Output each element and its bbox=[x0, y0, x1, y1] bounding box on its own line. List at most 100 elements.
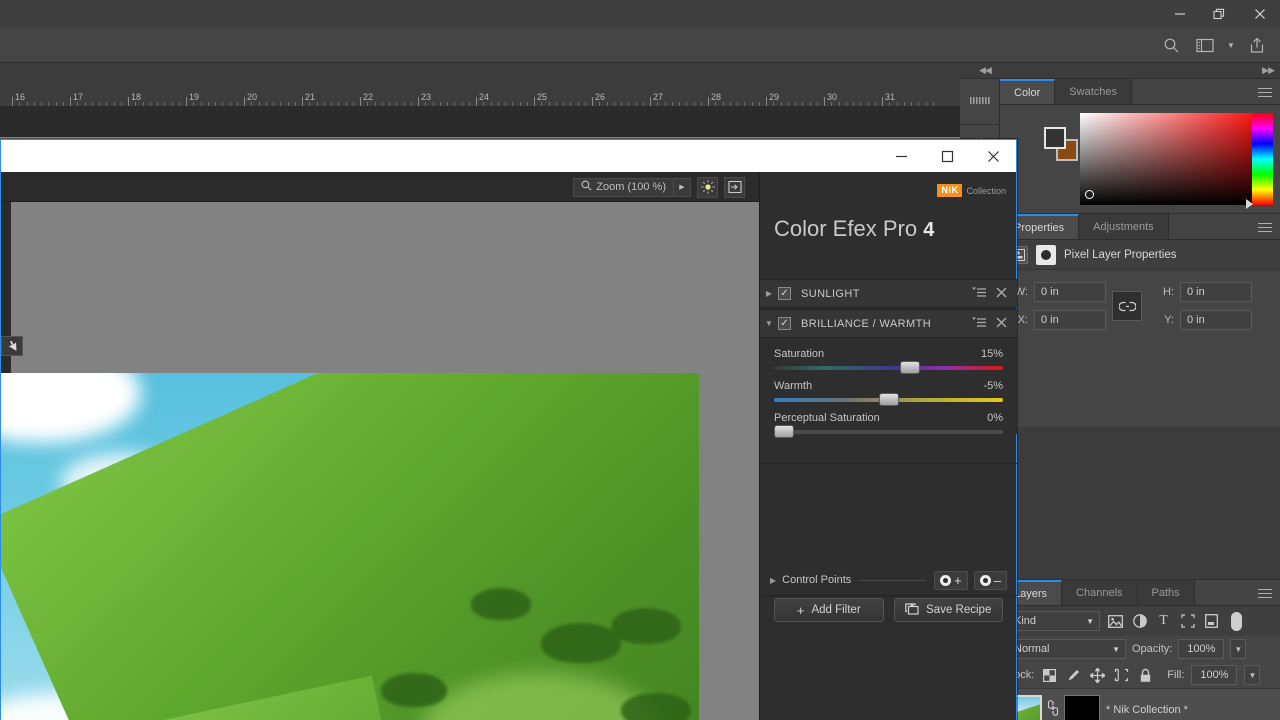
tab-paths[interactable]: Paths bbox=[1138, 580, 1195, 605]
filter-enable-checkbox[interactable]: ✓ bbox=[778, 287, 791, 300]
compare-icon[interactable] bbox=[724, 177, 745, 198]
chevron-down-icon[interactable]: ▼ bbox=[760, 319, 778, 328]
add-filter-button[interactable]: + Add Filter bbox=[774, 598, 884, 622]
loupe-icon[interactable] bbox=[697, 177, 718, 198]
opacity-input[interactable]: 100% bbox=[1178, 639, 1224, 659]
properties-fields: W: 0 in H: 0 in X: 0 in Y: 0 in bbox=[1000, 270, 1280, 342]
ruler-tick bbox=[708, 97, 709, 106]
foreground-color-swatch[interactable] bbox=[1044, 127, 1066, 149]
fill-input[interactable]: 100% bbox=[1191, 665, 1237, 685]
lock-all-icon[interactable] bbox=[1137, 668, 1154, 683]
color-efex-pro-window: Zoom (100 %) ▶ bbox=[0, 139, 1017, 720]
add-control-point-button[interactable]: + bbox=[934, 571, 968, 590]
x-input[interactable]: 0 in bbox=[1034, 310, 1106, 330]
history-panel-icon[interactable] bbox=[960, 79, 999, 125]
ruler-tick bbox=[650, 97, 651, 106]
opacity-stepper[interactable]: ▼ bbox=[1230, 639, 1246, 659]
divider bbox=[859, 580, 926, 581]
horizontal-ruler[interactable]: 16171819202122232425262728293031 bbox=[0, 90, 960, 107]
chevron-down-icon[interactable]: ▼ bbox=[1224, 41, 1238, 50]
adjustment-filter-icon[interactable] bbox=[1131, 614, 1148, 628]
filter-row-brilliance-warmth[interactable]: ▼ ✓ BRILLIANCE / WARMTH bbox=[760, 309, 1017, 338]
zoom-label-group[interactable]: Zoom (100 %) bbox=[574, 179, 673, 196]
width-input[interactable]: 0 in bbox=[1034, 282, 1106, 302]
slider-knob[interactable] bbox=[879, 393, 899, 406]
filter-menu-icon[interactable] bbox=[972, 287, 987, 301]
filter-close-icon[interactable] bbox=[996, 317, 1007, 331]
ruler-tick-minor bbox=[425, 102, 426, 106]
properties-panel-tabs: Properties Adjustments bbox=[1000, 214, 1280, 240]
ruler-tick-minor bbox=[505, 102, 506, 106]
nik-maximize-button[interactable] bbox=[924, 140, 970, 172]
document-image[interactable] bbox=[1, 373, 699, 720]
ruler-tick-minor bbox=[759, 102, 760, 106]
ruler-tick-minor bbox=[172, 102, 173, 106]
filter-enable-checkbox[interactable]: ✓ bbox=[778, 317, 791, 330]
y-input[interactable]: 0 in bbox=[1180, 310, 1252, 330]
slider-knob[interactable] bbox=[900, 361, 920, 374]
nik-close-button[interactable] bbox=[970, 140, 1016, 172]
slider-warmth[interactable]: Warmth -5% bbox=[760, 380, 1017, 402]
collapse-right-icon[interactable]: ▶▶ bbox=[1262, 65, 1274, 76]
fill-stepper[interactable]: ▼ bbox=[1244, 665, 1260, 685]
table-row[interactable]: * Nik Collection * bbox=[1000, 688, 1280, 720]
ruler-tick-minor bbox=[309, 102, 310, 106]
slider-track[interactable] bbox=[774, 430, 1003, 434]
opacity-label: Opacity: bbox=[1132, 643, 1172, 655]
lock-position-icon[interactable] bbox=[1089, 668, 1106, 683]
save-recipe-button[interactable]: Save Recipe bbox=[894, 598, 1004, 622]
filter-actions bbox=[972, 317, 1017, 331]
smart-object-filter-icon[interactable] bbox=[1203, 614, 1220, 628]
slider-knob[interactable] bbox=[774, 425, 794, 438]
app-close-button[interactable] bbox=[1240, 0, 1280, 28]
color-panel-menu-icon[interactable] bbox=[1258, 85, 1272, 100]
blend-mode-select[interactable]: Normal ▼ bbox=[1008, 639, 1126, 659]
layer-mask-thumbnail[interactable] bbox=[1064, 695, 1100, 720]
tab-color[interactable]: Color bbox=[1000, 79, 1055, 104]
ruler-tick-minor bbox=[817, 102, 818, 106]
layers-panel-menu-icon[interactable] bbox=[1258, 586, 1272, 601]
ruler-tick bbox=[418, 97, 419, 106]
ruler-tick-minor bbox=[918, 102, 919, 106]
hue-slider[interactable] bbox=[1252, 113, 1273, 205]
color-picker-field[interactable] bbox=[1080, 113, 1268, 205]
slider-saturation[interactable]: Saturation 15% bbox=[760, 348, 1017, 370]
image-filter-icon[interactable] bbox=[1107, 615, 1124, 628]
lock-artboard-icon[interactable] bbox=[1113, 668, 1130, 682]
properties-panel-menu-icon[interactable] bbox=[1258, 220, 1272, 235]
shape-filter-icon[interactable] bbox=[1179, 614, 1196, 628]
lock-image-pixels-icon[interactable] bbox=[1065, 668, 1082, 682]
app-minimize-button[interactable] bbox=[1160, 0, 1200, 28]
tab-channels[interactable]: Channels bbox=[1062, 580, 1137, 605]
chevron-right-icon[interactable]: ▶ bbox=[770, 576, 776, 585]
slider-track[interactable] bbox=[774, 398, 1003, 402]
slider-perceptual-saturation[interactable]: Perceptual Saturation 0% bbox=[760, 412, 1017, 434]
collapse-left-icon[interactable]: ◀◀ bbox=[979, 65, 991, 76]
divider bbox=[760, 463, 1017, 464]
workspace-icon[interactable] bbox=[1190, 32, 1220, 58]
tab-swatches[interactable]: Swatches bbox=[1055, 79, 1132, 104]
tab-adjustments[interactable]: Adjustments bbox=[1079, 214, 1169, 239]
filter-close-icon[interactable] bbox=[996, 287, 1007, 301]
search-icon[interactable] bbox=[1156, 32, 1186, 58]
remove-control-point-button[interactable]: – bbox=[974, 571, 1007, 590]
chevron-right-icon[interactable]: ▶ bbox=[760, 289, 778, 298]
layers-panel-tabs: Layers Channels Paths bbox=[1000, 580, 1280, 606]
link-icon[interactable] bbox=[1112, 291, 1142, 321]
filter-row-sunlight[interactable]: ▶ ✓ SUNLIGHT bbox=[760, 279, 1017, 308]
app-restore-button[interactable] bbox=[1200, 0, 1240, 28]
type-filter-icon[interactable]: T bbox=[1155, 613, 1172, 629]
zoom-control[interactable]: Zoom (100 %) ▶ bbox=[573, 178, 691, 197]
lock-transparent-pixels-icon[interactable] bbox=[1041, 669, 1058, 682]
ruler-tick-minor bbox=[295, 102, 296, 106]
filter-menu-icon[interactable] bbox=[972, 317, 987, 331]
layer-link-icon[interactable] bbox=[1048, 700, 1058, 719]
slider-track[interactable] bbox=[774, 366, 1003, 370]
height-input[interactable]: 0 in bbox=[1180, 282, 1252, 302]
filter-toggle-switch[interactable] bbox=[1231, 612, 1242, 631]
zoom-dropdown-arrow-icon[interactable]: ▶ bbox=[673, 179, 690, 196]
share-icon[interactable] bbox=[1242, 32, 1272, 58]
nik-minimize-button[interactable] bbox=[878, 140, 924, 172]
ruler-tick-minor bbox=[672, 102, 673, 106]
filter-kind-select[interactable]: Kind ▼ bbox=[1008, 611, 1100, 631]
